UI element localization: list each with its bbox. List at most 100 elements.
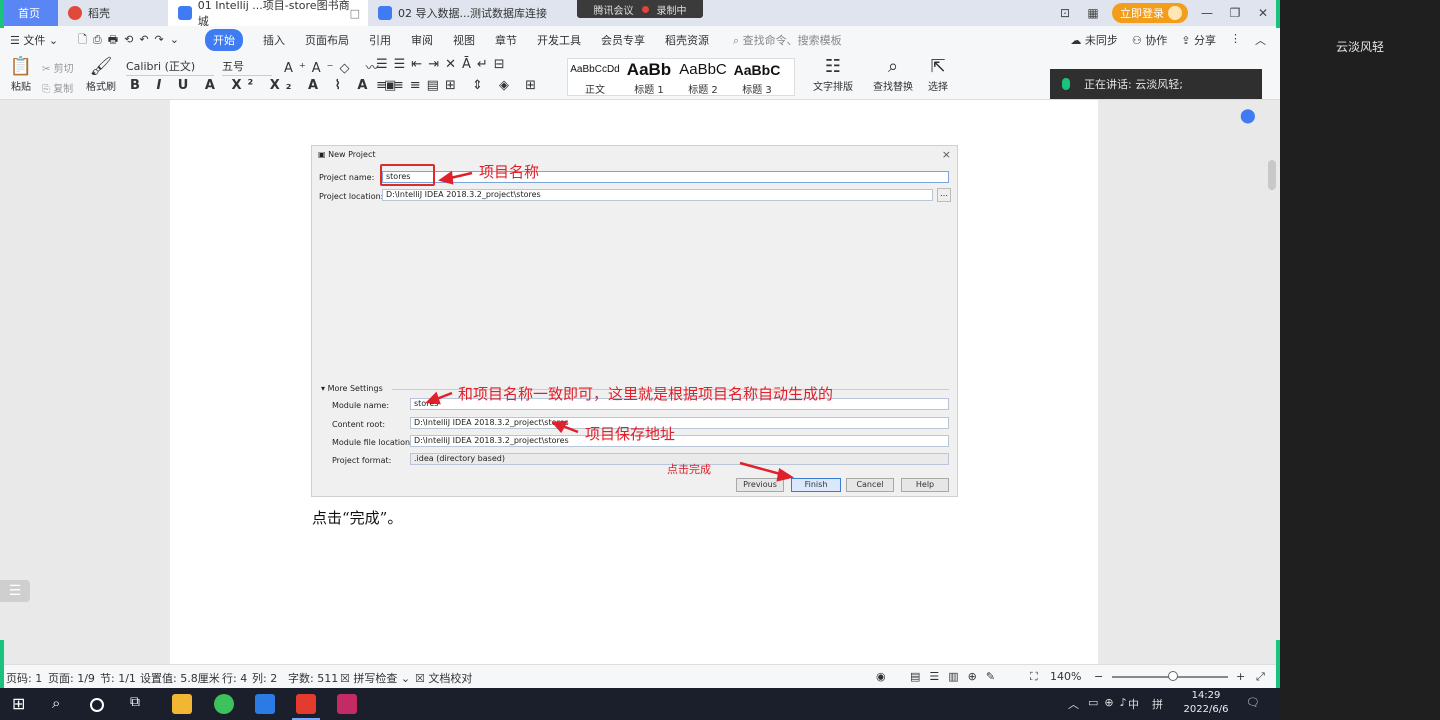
search-icon[interactable]: ⌕ [52, 694, 72, 714]
select-label: 选择 [928, 82, 948, 93]
cut-button[interactable]: ✂ 剪切 [42, 60, 74, 75]
status-bar: 页码: 1 页面: 1/9 节: 1/1 设置值: 5.8厘米 行: 4 列: … [0, 664, 1280, 688]
module-file-location-field: D:\IntelliJ IDEA 2018.3.2_project\stores [410, 435, 949, 447]
menu-member[interactable]: 会员专享 [601, 32, 645, 48]
menu-view[interactable]: 视图 [453, 32, 475, 48]
sync-button[interactable]: ☁ 未同步 [1070, 32, 1118, 48]
menu-start[interactable]: 开始 [204, 29, 243, 51]
menu-review[interactable]: 审阅 [411, 32, 433, 48]
task-view-icon[interactable]: ⧉ [130, 694, 150, 714]
format-painter-button[interactable]: 🖌 格式刷 [84, 56, 118, 93]
menu-chapter[interactable]: 章节 [495, 32, 517, 48]
zoom-in-icon[interactable]: + [1236, 670, 1245, 683]
collab-button[interactable]: ⚇ 协作 [1132, 32, 1167, 48]
eye-protection-icon[interactable]: ◉ [876, 670, 886, 683]
restore-icon[interactable]: ❐ [1226, 6, 1244, 20]
font-name-select[interactable]: Calibri (正文) [126, 58, 214, 76]
menu-daoke-resources[interactable]: 稻壳资源 [665, 32, 709, 48]
ime-indicator[interactable]: 中 [1128, 696, 1139, 712]
document-paragraph[interactable]: 点击“完成”。 [312, 507, 402, 528]
tab-home[interactable]: 首页 [0, 0, 58, 26]
browser-icon[interactable] [214, 694, 234, 714]
status-page[interactable]: 页面: 1/9 [48, 670, 95, 686]
intellij-app-icon[interactable] [337, 694, 357, 714]
style-heading-3[interactable]: AaBbC 标题 3 [730, 59, 784, 96]
proofread-button[interactable]: ☒ 文档校对 [415, 670, 472, 686]
quick-access-icons[interactable]: 🗋⎙🖶⟲↶↷⌄ [78, 31, 185, 50]
spell-check-toggle[interactable]: ☒ 拼写检查 ⌄ [340, 670, 410, 686]
style-sample: AaBbCcDd [570, 64, 620, 75]
fullscreen-icon[interactable]: ⤢ [1256, 670, 1265, 684]
tab-document-1[interactable]: 01 Intellij ...项目-store图书商城 □ [168, 0, 368, 28]
windows-start-icon[interactable]: ⊞ [12, 694, 32, 714]
cancel-button: Cancel [846, 478, 894, 492]
menu-file[interactable]: ☰ 文件 ⌄ [10, 32, 58, 48]
font-size-tools[interactable]: A⁺A⁻◇ 〰 [284, 57, 385, 76]
notification-icon[interactable]: 🗨 [1246, 696, 1260, 709]
scrollbar-thumb[interactable] [1268, 160, 1276, 190]
menu-reference[interactable]: 引用 [369, 32, 391, 48]
menu-insert[interactable]: 插入 [263, 32, 285, 48]
meeting-app-icon[interactable] [255, 694, 275, 714]
select-button[interactable]: ⇱ 选择 [922, 56, 954, 93]
tab-daoke[interactable]: 稻壳 [58, 0, 168, 26]
tray-status-icons[interactable]: ▭⊕♪ [1088, 696, 1133, 709]
tab-document-2[interactable]: 02 导入数据...测试数据库连接 [368, 0, 558, 26]
menu-file-label: 文件 [23, 34, 46, 47]
collab-label: 协作 [1145, 34, 1168, 47]
project-name-label: Project name: [319, 173, 375, 182]
cortana-icon[interactable] [90, 698, 104, 712]
close-icon[interactable]: ✕ [1254, 6, 1272, 20]
share-button[interactable]: ⇪ 分享 [1181, 32, 1216, 48]
zoom-out-icon[interactable]: − [1094, 670, 1103, 683]
annotation-module-name: 和项目名称一致即可，这里就是根据项目名称自动生成的 [458, 385, 834, 403]
meeting-status-bar[interactable]: 腾讯会议 录制中 [577, 0, 703, 18]
copy-button[interactable]: ⎘ 复制 [42, 80, 73, 95]
paste-button[interactable]: 📋 粘贴 [8, 56, 34, 93]
font-size-select[interactable]: 五号 [222, 58, 272, 76]
taskbar-clock[interactable]: 14:29 2022/6/6 [1176, 689, 1236, 717]
style-label: 标题 2 [688, 85, 718, 96]
find-replace-button[interactable]: ⌕ 查找替换 [868, 56, 918, 93]
status-word-count[interactable]: 字数: 511 [288, 670, 338, 686]
close-tab-icon[interactable]: □ [350, 7, 360, 20]
list-tools[interactable]: ☰☰⇤⇥✕Ā↵⊟ [376, 57, 511, 72]
command-search[interactable]: ⌕ 查找命令、搜索模板 [733, 32, 842, 48]
tray-overflow-icon[interactable]: ︿ [1068, 696, 1079, 712]
minimize-icon[interactable]: — [1198, 6, 1216, 20]
highlight-box [380, 164, 435, 186]
file-explorer-icon[interactable] [172, 694, 192, 714]
format-painter-icon: 🖌 [89, 56, 113, 77]
zoom-slider-knob[interactable] [1168, 671, 1178, 681]
zoom-level[interactable]: 140% [1050, 670, 1081, 683]
word-doc-icon [378, 6, 392, 20]
login-button[interactable]: 立即登录 [1112, 3, 1188, 23]
wps-app-icon[interactable] [292, 694, 320, 720]
meeting-side-panel: 云淡风轻 [1280, 0, 1440, 720]
apps-grid-icon[interactable]: ▦ [1084, 6, 1102, 20]
status-row: 行: 4 [222, 672, 248, 685]
layout-icon[interactable]: ⊡ [1056, 6, 1074, 20]
title-bar: 首页 稻壳 01 Intellij ...项目-store图书商城 □ 02 导… [0, 0, 1280, 28]
tab-daoke-label: 稻壳 [88, 7, 110, 20]
location-pin-icon[interactable]: ⬤ [1240, 108, 1256, 124]
font-format-tools[interactable]: B I U A X² X₂ A ⌇ A ▣ [130, 78, 402, 93]
style-heading-2[interactable]: AaBbC 标题 2 [676, 59, 730, 96]
style-gallery: AaBbCcDd 正文 AaBb 标题 1 AaBbC 标题 2 AaBbC 标… [567, 58, 795, 96]
text-layout-button[interactable]: ☷ 文字排版 [806, 56, 860, 93]
more-settings-text: More Settings [327, 384, 383, 393]
style-heading-1[interactable]: AaBb 标题 1 [622, 59, 676, 96]
style-sample: AaBbC [733, 62, 781, 78]
ime-mode[interactable]: 拼 [1152, 696, 1163, 712]
menu-developer[interactable]: 开发工具 [537, 32, 581, 48]
zoom-slider[interactable] [1112, 671, 1228, 681]
paragraph-tools[interactable]: ≡≡≡▤⊞ ⇕ ◈ ⊞ [376, 78, 542, 93]
find-replace-label: 查找替换 [873, 82, 913, 93]
menu-page-layout[interactable]: 页面布局 [305, 32, 349, 48]
style-normal[interactable]: AaBbCcDd 正文 [568, 59, 622, 96]
outline-toggle-icon[interactable]: ☰ [0, 580, 30, 602]
view-mode-icons[interactable]: ▤☰▥⊕✎ [910, 670, 1004, 683]
more-icon[interactable]: ⋮ [1230, 32, 1241, 48]
fit-page-icon[interactable]: ⛶ [1030, 670, 1038, 684]
collapse-ribbon-icon[interactable]: ︿ [1255, 32, 1266, 48]
